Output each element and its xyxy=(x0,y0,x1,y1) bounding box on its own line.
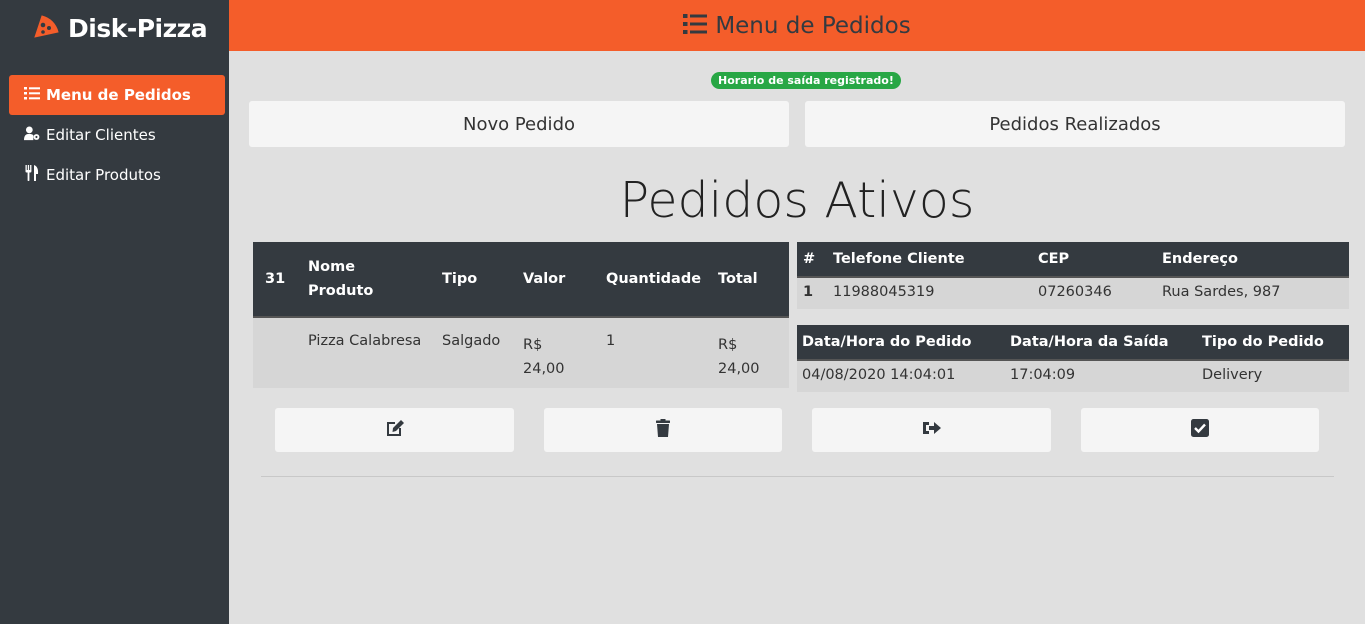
order-datetime: 04/08/2020 14:04:01 xyxy=(797,359,1010,392)
departure-time: 17:04:09 xyxy=(1010,359,1202,392)
column-header: Telefone Cliente xyxy=(833,242,1038,277)
complete-order-button[interactable] xyxy=(1081,408,1319,452)
client-id: 1 xyxy=(797,276,833,309)
brand[interactable]: Disk-Pizza xyxy=(32,12,208,44)
header-bar: Menu de Pedidos xyxy=(229,0,1365,51)
order-time-table: Data/Hora do Pedido Data/Hora da Saída T… xyxy=(797,325,1349,392)
utensils-icon xyxy=(24,165,40,185)
product-quantity: 1 xyxy=(594,316,706,388)
check-square-icon xyxy=(1189,417,1211,443)
product-name: Pizza Calabresa xyxy=(296,316,430,388)
orders-done-button[interactable]: Pedidos Realizados xyxy=(805,101,1345,147)
user-cog-icon xyxy=(24,125,40,145)
table-row: 04/08/2020 14:04:01 17:04:09 Delivery xyxy=(797,359,1349,392)
client-phone: 11988045319 xyxy=(833,276,1038,309)
client-address: Rua Sardes, 987 xyxy=(1162,276,1349,309)
column-header: Valor xyxy=(511,242,594,317)
sidebar-item-label: Menu de Pedidos xyxy=(46,86,191,104)
client-cep: 07260346 xyxy=(1038,276,1162,309)
new-order-button[interactable]: Novo Pedido xyxy=(249,101,789,147)
product-value: R$ 24,00 xyxy=(511,316,594,388)
column-header: Tipo xyxy=(430,242,511,317)
order-id: 31 xyxy=(253,242,296,317)
sidebar-item-menu-pedidos[interactable]: Menu de Pedidos xyxy=(9,75,225,115)
list-icon xyxy=(24,85,40,105)
product-total: R$ 24,00 xyxy=(706,316,789,388)
column-header: Total xyxy=(706,242,789,317)
pizza-slice-icon xyxy=(32,12,60,44)
column-header: Endereço xyxy=(1162,242,1349,277)
column-header: Tipo do Pedido xyxy=(1202,325,1349,360)
column-header: # xyxy=(797,242,833,277)
edit-order-button[interactable] xyxy=(275,408,514,452)
table-row: Pizza Calabresa Salgado R$ 24,00 1 R$ 24… xyxy=(253,316,789,388)
sidebar-item-editar-clientes[interactable]: Editar Clientes xyxy=(9,115,225,155)
brand-name: Disk-Pizza xyxy=(68,13,208,43)
page-title: Pedidos Ativos xyxy=(619,172,975,229)
divider xyxy=(261,476,1334,477)
product-type: Salgado xyxy=(430,316,511,388)
client-table: # Telefone Cliente CEP Endereço 1 119880… xyxy=(797,242,1349,309)
sidebar: Disk-Pizza Menu de Pedidos Editar Client… xyxy=(0,0,229,624)
sidebar-item-editar-produtos[interactable]: Editar Produtos xyxy=(9,155,225,195)
status-badge: Horario de saída registrado! xyxy=(711,72,901,89)
sidebar-item-label: Editar Produtos xyxy=(46,166,161,184)
column-header: Data/Hora da Saída xyxy=(1010,325,1202,360)
order-type: Delivery xyxy=(1202,359,1349,392)
dispatch-order-button[interactable] xyxy=(812,408,1051,452)
page-header-title: Menu de Pedidos xyxy=(715,12,911,39)
column-header: Data/Hora do Pedido xyxy=(797,325,1010,360)
column-header: Quantidade xyxy=(594,242,706,317)
column-header: Nome Produto xyxy=(296,242,430,317)
table-row: 1 11988045319 07260346 Rua Sardes, 987 xyxy=(797,276,1349,309)
order-items-table: 31 Nome Produto Tipo Valor Quantidade To… xyxy=(253,242,789,388)
edit-icon xyxy=(384,417,406,443)
sidebar-item-label: Editar Clientes xyxy=(46,126,156,144)
column-header: CEP xyxy=(1038,242,1162,277)
delete-order-button[interactable] xyxy=(544,408,782,452)
trash-icon xyxy=(652,417,674,443)
list-icon xyxy=(683,13,708,39)
sign-out-icon xyxy=(921,417,943,443)
